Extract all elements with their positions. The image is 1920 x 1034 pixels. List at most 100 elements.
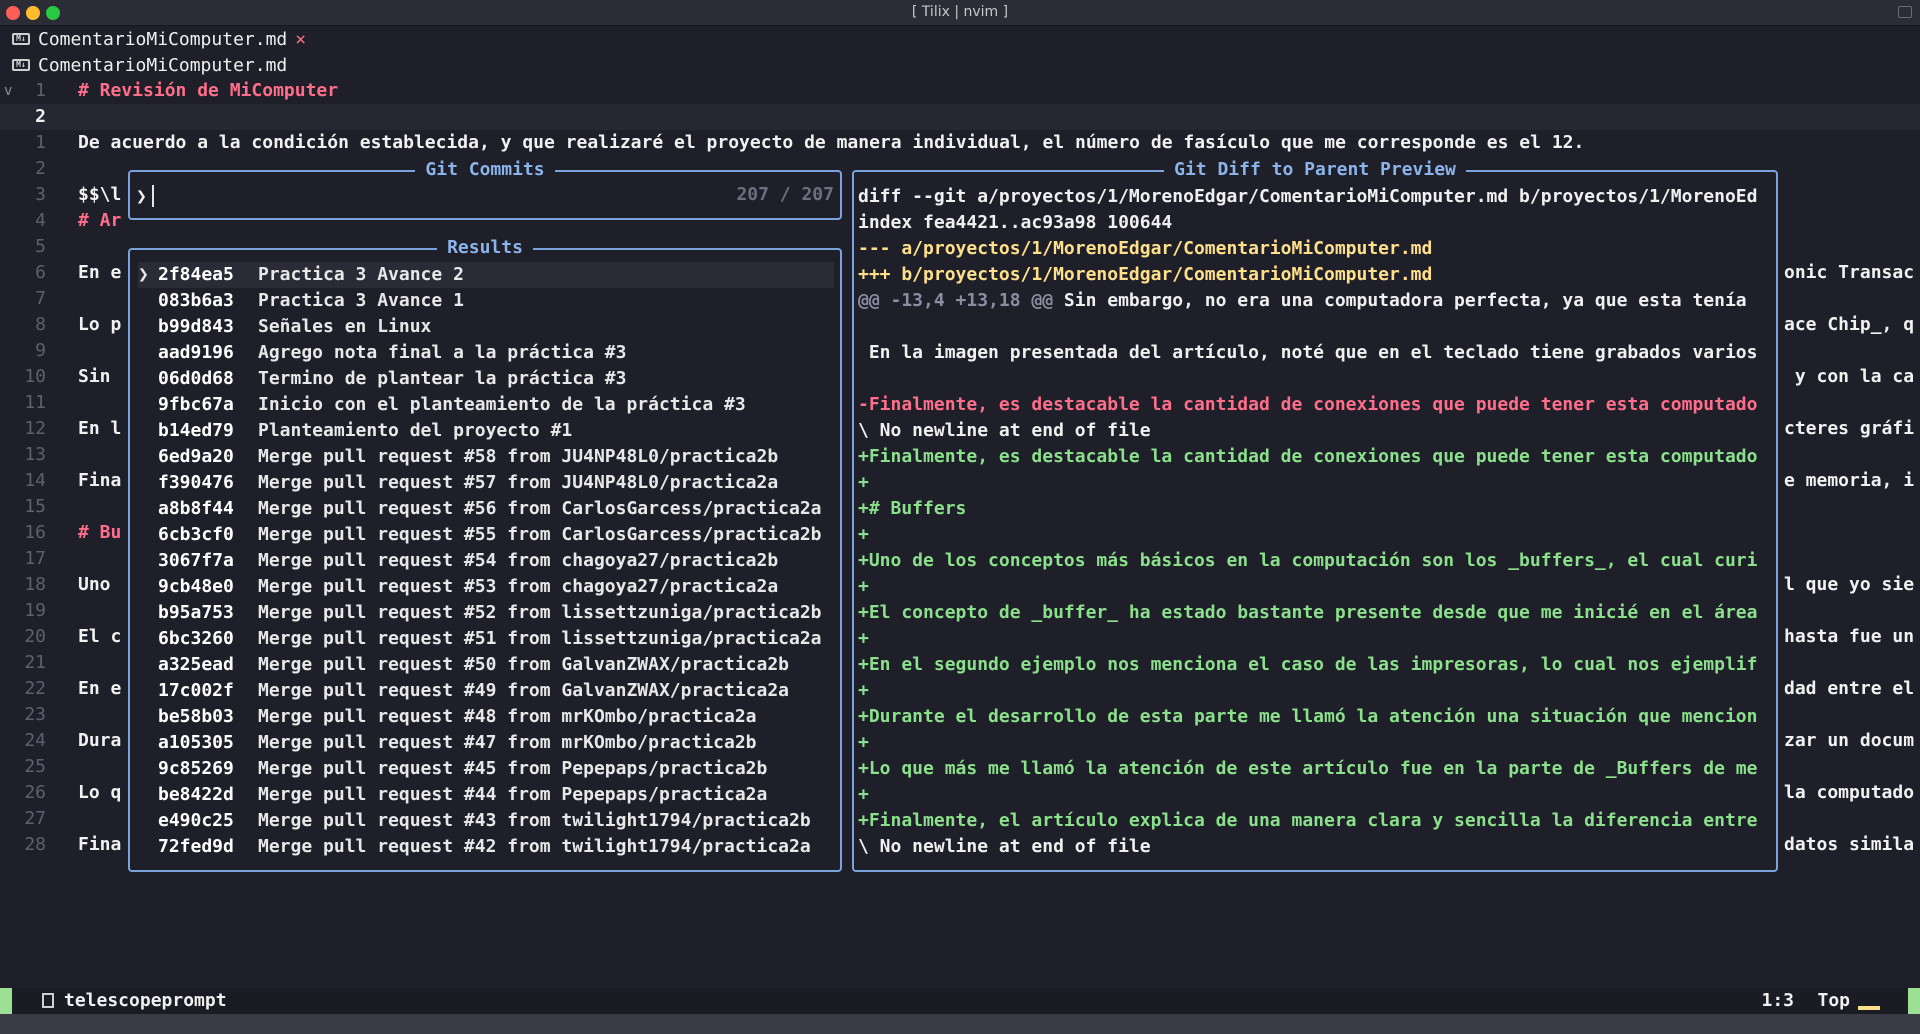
diff-line-add: + bbox=[858, 730, 1772, 756]
commit-result-item[interactable]: 083b6a3 Practica 3 Avance 1 bbox=[138, 288, 834, 314]
commit-result-item[interactable]: 6cb3cf0 Merge pull request #55 from Carlo… bbox=[138, 522, 834, 548]
editor-line[interactable]: 2 bbox=[0, 104, 1920, 130]
line-number: 26 bbox=[24, 782, 46, 803]
results-title: Results bbox=[437, 237, 533, 258]
tab-comentariomicomputer[interactable]: ComentarioMiComputer.md bbox=[38, 29, 287, 50]
cursor-position: 1:3 bbox=[1761, 990, 1794, 1011]
line-number: 15 bbox=[24, 496, 46, 517]
line-number: 8 bbox=[35, 314, 46, 335]
commit-result-item[interactable]: 17c002f Merge pull request #49 from Galva… bbox=[138, 678, 834, 704]
telescope-prompt-window[interactable]: Git Commits ❯ 207 / 207 bbox=[128, 159, 842, 220]
commit-result-item[interactable]: 9cb48e0 Merge pull request #53 from chago… bbox=[138, 574, 834, 600]
commit-result-item[interactable]: e490c25 Merge pull request #43 from twili… bbox=[138, 808, 834, 834]
winbar: M↓ ComentarioMiComputer.md bbox=[0, 52, 1920, 78]
commit-result-item[interactable]: b99d843 Señales en Linux bbox=[138, 314, 834, 340]
commit-message: Merge pull request #45 from Pepepaps/pra… bbox=[258, 758, 768, 779]
line-text: Lo q bbox=[78, 782, 122, 803]
diff-line-del: -Finalmente, es destacable la cantidad d… bbox=[858, 392, 1772, 418]
commit-result-item[interactable]: 3067f7a Merge pull request #54 from chago… bbox=[138, 548, 834, 574]
diff-line-text: +En el segundo ejemplo nos menciona el c… bbox=[858, 654, 1758, 675]
commit-hash: 06d0d68 bbox=[158, 368, 234, 389]
line-number: 6 bbox=[35, 262, 46, 283]
commit-message: Merge pull request #42 from twilight1794… bbox=[258, 836, 811, 857]
line-number: 2 bbox=[35, 106, 46, 127]
statusline: telescopeprompt 1:3 Top bbox=[0, 988, 1920, 1014]
telescope-preview-window: Git Diff to Parent Preview diff --git a/… bbox=[852, 159, 1778, 872]
line-text-visible-right: datos simila bbox=[1784, 834, 1915, 855]
line-number: 7 bbox=[35, 288, 46, 309]
commit-message: Agrego nota final a la práctica #3 bbox=[258, 342, 627, 363]
commit-message: Señales en Linux bbox=[258, 316, 432, 337]
commit-result-item[interactable]: f390476 Merge pull request #57 from JU4NP… bbox=[138, 470, 834, 496]
selection-caret-icon bbox=[138, 496, 158, 522]
commit-result-item[interactable]: a325ead Merge pull request #50 from Galva… bbox=[138, 652, 834, 678]
commit-hash: 9cb48e0 bbox=[158, 576, 234, 597]
selection-caret-icon bbox=[138, 392, 158, 418]
commit-result-item[interactable]: 6bc3260 Merge pull request #51 from lisse… bbox=[138, 626, 834, 652]
diff-line-text: + bbox=[858, 732, 869, 753]
commit-message: Inicio con el planteamiento de la prácti… bbox=[258, 394, 746, 415]
prompt-input[interactable] bbox=[152, 185, 154, 207]
telescope-results-window[interactable]: Results ❯ 2f84ea5 Practica 3 Avance 2 083b6… bbox=[128, 237, 842, 872]
diff-line-add: +Finalmente, el artículo explica de una … bbox=[858, 808, 1772, 834]
commit-hash: be58b03 bbox=[158, 706, 234, 727]
selection-caret-icon: ❯ bbox=[138, 264, 149, 285]
editor-line[interactable]: v 1 # Revisión de MiComputer bbox=[0, 78, 1920, 104]
commit-result-item[interactable]: 06d0d68 Termino de plantear la práctica #… bbox=[138, 366, 834, 392]
commit-result-item[interactable]: 9c85269 Merge pull request #45 from Pepep… bbox=[138, 756, 834, 782]
commit-message: Merge pull request #50 from GalvanZWAX/p… bbox=[258, 654, 790, 675]
commit-message: Termino de plantear la práctica #3 bbox=[258, 368, 627, 389]
editor-line[interactable]: 1 De acuerdo a la condición establecida, … bbox=[0, 130, 1920, 156]
commit-hash: 72fed9d bbox=[158, 836, 234, 857]
results-list[interactable]: ❯ 2f84ea5 Practica 3 Avance 2 083b6a3 Practi… bbox=[138, 262, 834, 860]
winbar-file-name: ComentarioMiComputer.md bbox=[38, 54, 288, 76]
line-text-visible-right: y con la ca bbox=[1784, 366, 1915, 387]
selection-caret-icon bbox=[138, 418, 158, 444]
commit-hash: 17c002f bbox=[158, 680, 234, 701]
command-line[interactable] bbox=[0, 1014, 1920, 1034]
close-tab-icon[interactable]: × bbox=[295, 29, 306, 50]
commit-hash: 6bc3260 bbox=[158, 628, 234, 649]
line-number: 22 bbox=[24, 678, 46, 699]
line-number: 4 bbox=[35, 210, 46, 231]
commit-result-item[interactable]: b95a753 Merge pull request #52 from lisse… bbox=[138, 600, 834, 626]
mode-indicator bbox=[0, 988, 12, 1014]
commit-result-item[interactable]: a8b8f44 Merge pull request #56 from Carlo… bbox=[138, 496, 834, 522]
line-number: 20 bbox=[24, 626, 46, 647]
line-text: # Ar bbox=[78, 210, 122, 231]
selection-caret-icon bbox=[138, 730, 158, 756]
commit-result-item[interactable]: a105305 Merge pull request #47 from mrKOm… bbox=[138, 730, 834, 756]
diff-line-text: En la imagen presentada del artículo, no… bbox=[858, 342, 1758, 363]
commit-result-item[interactable]: 9fbc67a Inicio con el planteamiento de la… bbox=[138, 392, 834, 418]
selection-caret-icon bbox=[138, 782, 158, 808]
line-text-visible-right: e memoria, i bbox=[1784, 470, 1915, 491]
commit-result-item[interactable]: ❯ 2f84ea5 Practica 3 Avance 2 bbox=[138, 262, 834, 288]
commit-hash: b99d843 bbox=[158, 316, 234, 337]
commit-message: Merge pull request #57 from JU4NP48L0/pr… bbox=[258, 472, 779, 493]
line-text-visible-right: zar un docum bbox=[1784, 730, 1915, 751]
commit-result-item[interactable]: 72fed9d Merge pull request #42 from twili… bbox=[138, 834, 834, 860]
commit-hash: b14ed79 bbox=[158, 420, 234, 441]
line-number: 14 bbox=[24, 470, 46, 491]
line-text-visible-right: onic Transac bbox=[1784, 262, 1915, 283]
commit-result-item[interactable]: be8422d Merge pull request #44 from Pepep… bbox=[138, 782, 834, 808]
diff-line-add: +Durante el desarrollo de esta parte me … bbox=[858, 704, 1772, 730]
prompt-caret-icon: ❯ bbox=[136, 186, 147, 207]
line-text: De acuerdo a la condición establecida, y… bbox=[78, 132, 1585, 153]
commit-result-item[interactable]: b14ed79 Planteamiento del proyecto #1 bbox=[138, 418, 834, 444]
line-text: Lo p bbox=[78, 314, 122, 335]
line-text-visible-right: la computado bbox=[1784, 782, 1915, 803]
commit-hash: b95a753 bbox=[158, 602, 234, 623]
diff-line-add: + bbox=[858, 678, 1772, 704]
diff-line-add: +Lo que más me llamó la atención de este… bbox=[858, 756, 1772, 782]
line-number: 11 bbox=[24, 392, 46, 413]
selection-caret-icon bbox=[138, 548, 158, 574]
line-text: Sin bbox=[78, 366, 122, 387]
commit-result-item[interactable]: 6ed9a20 Merge pull request #58 from JU4NP… bbox=[138, 444, 834, 470]
selection-caret-icon bbox=[138, 470, 158, 496]
commit-result-item[interactable]: be58b03 Merge pull request #48 from mrKOm… bbox=[138, 704, 834, 730]
diff-line-text: \ No newline at end of file bbox=[858, 836, 1151, 857]
diff-line-text: +Finalmente, es destacable la cantidad d… bbox=[858, 446, 1758, 467]
restore-icon[interactable] bbox=[1898, 6, 1912, 18]
commit-result-item[interactable]: aad9196 Agrego nota final a la práctica #… bbox=[138, 340, 834, 366]
